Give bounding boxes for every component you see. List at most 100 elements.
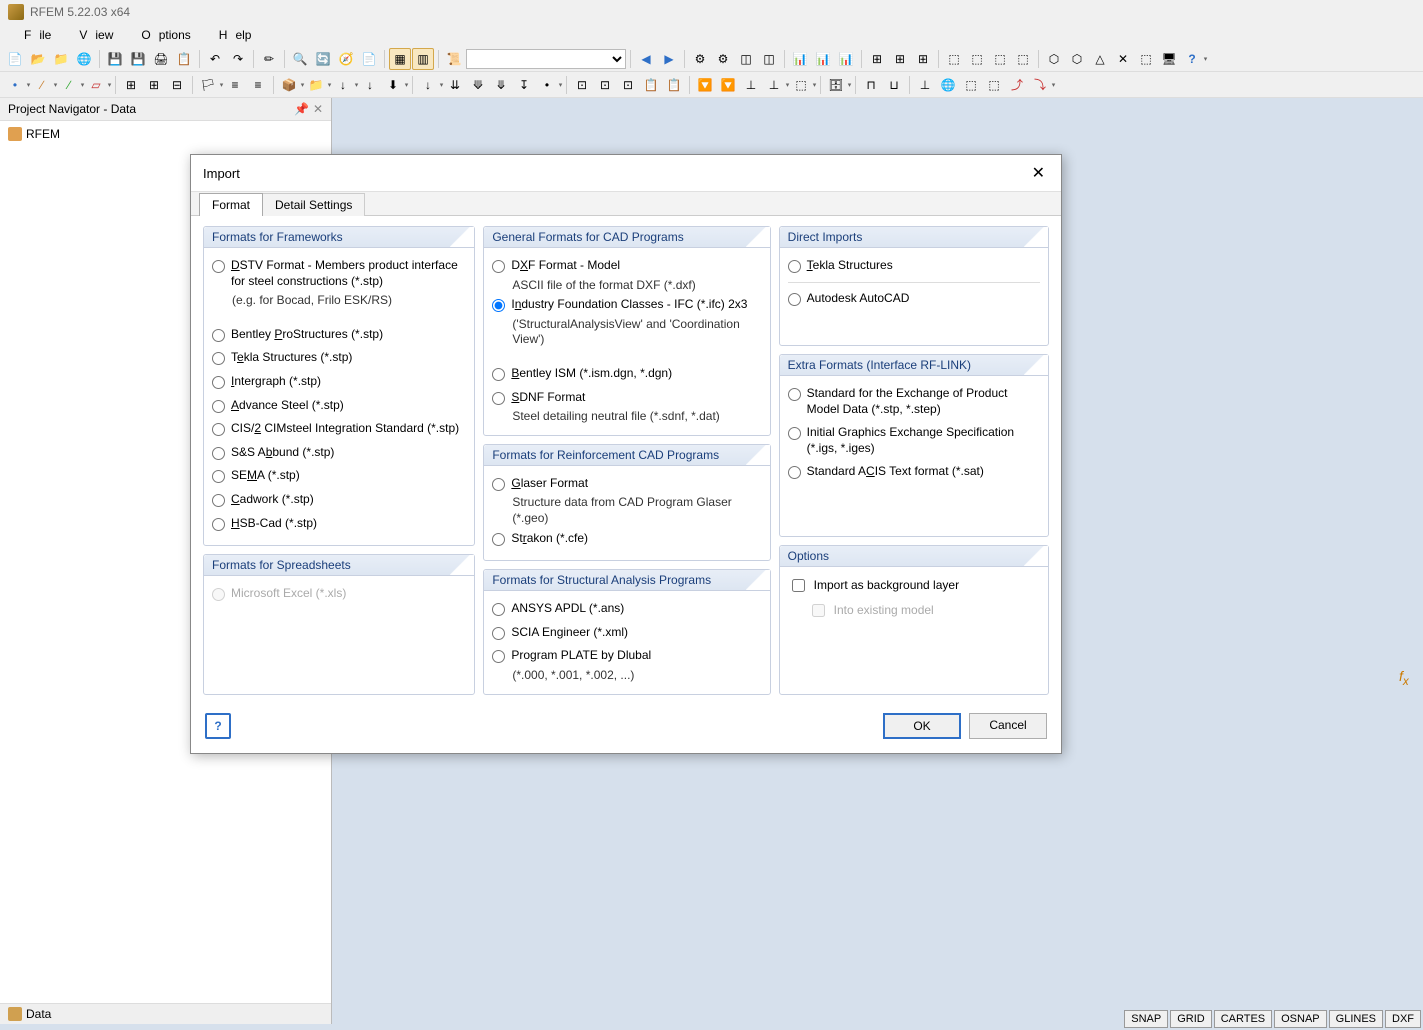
f3-icon[interactable]: ⬇ xyxy=(382,74,404,96)
cancel-button[interactable]: Cancel xyxy=(969,713,1047,739)
m5-icon[interactable]: ⤴ xyxy=(1006,74,1028,96)
node-icon[interactable]: • xyxy=(4,74,26,96)
dd-icon[interactable]: ▾ xyxy=(405,74,408,96)
status-grid[interactable]: GRID xyxy=(1170,1010,1212,1028)
nav-icon[interactable]: 🧭 xyxy=(335,48,357,70)
radio-option[interactable]: Bentley ProStructures (*.stp) xyxy=(212,323,466,347)
radio-option[interactable]: Strakon (*.cfe) xyxy=(492,527,761,551)
tab-format[interactable]: Format xyxy=(199,193,263,216)
chart1-icon[interactable]: 📊 xyxy=(789,48,811,70)
nav-root[interactable]: RFEM xyxy=(4,125,327,143)
checkbox-import-bg[interactable]: Import as background layer xyxy=(788,573,1040,598)
save-icon[interactable]: 💾 xyxy=(104,48,126,70)
radio-option[interactable]: S&S Abbund (*.stp) xyxy=(212,441,466,465)
v1-icon[interactable]: 🔽 xyxy=(694,74,716,96)
ar4-icon[interactable]: ⤋ xyxy=(490,74,512,96)
radio-input[interactable] xyxy=(212,518,225,531)
radio-option[interactable]: DSTV Format - Members product interface … xyxy=(212,254,466,293)
radio-option[interactable]: Glaser Format xyxy=(492,472,761,496)
dd-icon[interactable]: ▾ xyxy=(440,74,443,96)
cube3-icon[interactable]: ⬚ xyxy=(989,48,1011,70)
db-icon[interactable]: 🗄 xyxy=(825,74,847,96)
v3-icon[interactable]: ⊥ xyxy=(740,74,762,96)
render-icon[interactable]: ◫ xyxy=(758,48,780,70)
chart2-icon[interactable]: 📊 xyxy=(812,48,834,70)
dd-icon[interactable]: ▾ xyxy=(786,74,789,96)
new-icon[interactable]: 📄 xyxy=(4,48,26,70)
status-snap[interactable]: SNAP xyxy=(1124,1010,1168,1028)
undo-icon[interactable]: ↶ xyxy=(204,48,226,70)
doc2-icon[interactable]: 📄 xyxy=(358,48,380,70)
iso-icon[interactable]: ◫ xyxy=(735,48,757,70)
radio-option[interactable]: Standard for the Exchange of Product Mod… xyxy=(788,382,1040,421)
ar6-icon[interactable]: • xyxy=(536,74,558,96)
radio-option[interactable]: CIS/2 CIMsteel Integration Standard (*.s… xyxy=(212,417,466,441)
ok-button[interactable]: OK xyxy=(883,713,961,739)
radio-option[interactable]: Industry Foundation Classes - IFC (*.ifc… xyxy=(492,293,761,317)
dd-icon[interactable]: ▾ xyxy=(355,74,358,96)
radio-input[interactable] xyxy=(212,376,225,389)
grid2-icon[interactable]: ⊞ xyxy=(889,48,911,70)
nav-tab-data[interactable]: Data xyxy=(0,1003,331,1024)
dd-icon[interactable]: ▾ xyxy=(848,74,851,96)
radio-input[interactable] xyxy=(788,388,801,401)
m1-icon[interactable]: ⊓ xyxy=(860,74,882,96)
m2-icon[interactable]: ⊔ xyxy=(883,74,905,96)
toolbar-combo[interactable] xyxy=(466,49,626,69)
dd-icon[interactable]: ▾ xyxy=(1052,74,1055,96)
m4-icon[interactable]: ⬚ xyxy=(983,74,1005,96)
sup2-icon[interactable]: ≡ xyxy=(247,74,269,96)
ar3-icon[interactable]: ⟱ xyxy=(467,74,489,96)
doc-icon[interactable]: 📋 xyxy=(173,48,195,70)
radio-option[interactable]: HSB-Cad (*.stp) xyxy=(212,512,466,536)
radio-option[interactable]: DXF Format - Model xyxy=(492,254,761,278)
member-icon[interactable]: ∕ xyxy=(58,74,80,96)
print-icon[interactable]: 🖨 xyxy=(150,48,172,70)
radio-option[interactable]: Standard ACIS Text format (*.sat) xyxy=(788,460,1040,484)
flag-icon[interactable]: 🏳 xyxy=(197,74,219,96)
menu-options[interactable]: Options xyxy=(125,26,198,44)
v5-icon[interactable]: ⬚ xyxy=(790,74,812,96)
radio-option[interactable]: SDNF Format xyxy=(492,386,761,410)
t4-icon[interactable]: ✕ xyxy=(1112,48,1134,70)
help-button[interactable]: ? xyxy=(205,713,231,739)
status-cartes[interactable]: CARTES xyxy=(1214,1010,1272,1028)
radio-input[interactable] xyxy=(212,329,225,342)
dd-icon[interactable]: ▾ xyxy=(559,74,562,96)
sel1-icon[interactable]: ⊡ xyxy=(571,74,593,96)
dd-icon[interactable]: ▾ xyxy=(81,74,84,96)
saveall-icon[interactable]: 💾 xyxy=(127,48,149,70)
cube4-icon[interactable]: ⬚ xyxy=(1012,48,1034,70)
radio-input[interactable] xyxy=(788,466,801,479)
radio-input[interactable] xyxy=(492,533,505,546)
script-icon[interactable]: 📜 xyxy=(443,48,465,70)
pencil-icon[interactable]: ✏ xyxy=(258,48,280,70)
a1-icon[interactable]: ⊞ xyxy=(120,74,142,96)
copy-icon[interactable]: 📋 xyxy=(640,74,662,96)
radio-option[interactable]: Intergraph (*.stp) xyxy=(212,370,466,394)
radio-input[interactable] xyxy=(212,400,225,413)
panel1-icon[interactable]: ▦ xyxy=(389,48,411,70)
radio-input[interactable] xyxy=(492,650,505,663)
radio-option[interactable]: Bentley ISM (*.ism.dgn, *.dgn) xyxy=(492,362,761,386)
radio-option[interactable]: Advance Steel (*.stp) xyxy=(212,394,466,418)
radio-input[interactable] xyxy=(788,427,801,440)
next-icon[interactable]: ▶ xyxy=(658,48,680,70)
radio-option[interactable]: Cadwork (*.stp) xyxy=(212,488,466,512)
calc-icon[interactable]: ⚙ xyxy=(689,48,711,70)
sup1-icon[interactable]: ≡ xyxy=(224,74,246,96)
radio-option[interactable]: Tekla Structures (*.stp) xyxy=(212,346,466,370)
chart3-icon[interactable]: 📊 xyxy=(835,48,857,70)
folder-icon[interactable]: 📁 xyxy=(50,48,72,70)
radio-input[interactable] xyxy=(212,447,225,460)
dd-icon[interactable]: ▾ xyxy=(301,74,304,96)
menu-file[interactable]: File xyxy=(8,26,59,44)
dd-icon[interactable]: ▾ xyxy=(108,74,111,96)
radio-input[interactable] xyxy=(212,352,225,365)
radio-option[interactable]: ANSYS APDL (*.ans) xyxy=(492,597,761,621)
radio-option[interactable]: SEMA (*.stp) xyxy=(212,464,466,488)
t5-icon[interactable]: ⬚ xyxy=(1135,48,1157,70)
radio-input[interactable] xyxy=(212,260,225,273)
radio-input[interactable] xyxy=(788,293,801,306)
search-icon[interactable]: 🔍 xyxy=(289,48,311,70)
